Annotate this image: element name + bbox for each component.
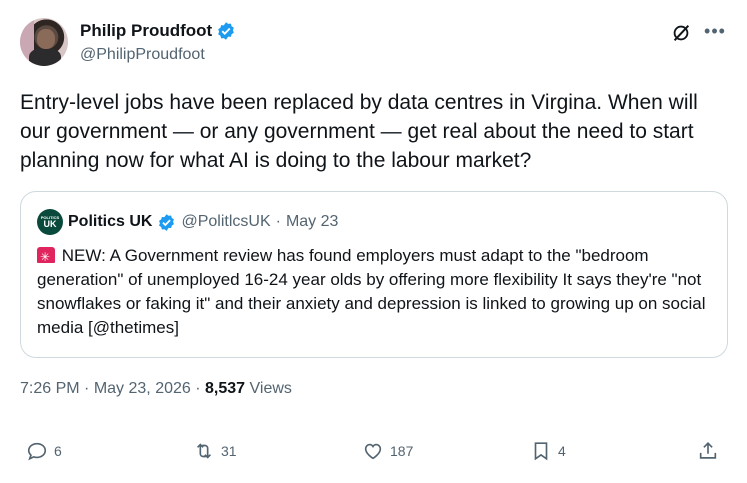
quoted-tweet-text-block: NEW: A Government review has found emplo… (37, 244, 717, 340)
tweet-header: Philip Proudfoot @PhilipProudfoot ••• (20, 16, 727, 70)
quoted-tweet-header: POLITICS UK Politics UK @PolitlcsUK · Ma… (37, 209, 338, 235)
heart-icon (364, 443, 382, 460)
meta-separator: · (84, 380, 90, 397)
quoted-separator: · (275, 213, 281, 230)
tweet-date[interactable]: May 23, 2026 (94, 380, 191, 397)
rotating-light-icon (37, 245, 55, 269)
reply-button[interactable]: 6 (26, 440, 62, 462)
quoted-author-handle[interactable]: @PolitlcsUK (181, 213, 270, 231)
quoted-avatar-text-uk: UK (43, 219, 57, 229)
repost-button[interactable]: 31 (193, 440, 237, 462)
views-label: Views (249, 380, 292, 397)
tweet-text: Entry-level jobs have been replaced by d… (20, 91, 698, 172)
reply-icon (27, 442, 47, 461)
author-display-name[interactable]: Philip Proudfoot (80, 21, 212, 41)
verified-badge-icon (159, 213, 175, 231)
quoted-tweet-text: NEW: A Government review has found emplo… (37, 246, 706, 337)
like-button[interactable]: 187 (362, 440, 413, 462)
tweet-meta: 7:26 PM · May 23, 2026 · 8,537 Views (20, 380, 292, 398)
quoted-author-avatar[interactable]: POLITICS UK (37, 209, 63, 235)
repost-icon (196, 443, 212, 459)
repost-count: 31 (221, 443, 237, 459)
grok-icon[interactable] (670, 22, 692, 44)
action-bar: 6 31 187 4 (0, 440, 747, 470)
bookmark-icon (534, 442, 548, 461)
author-handle[interactable]: @PhilipProudfoot (80, 46, 205, 64)
bookmark-button[interactable]: 4 (530, 440, 566, 462)
tweet-time[interactable]: 7:26 PM (20, 380, 80, 397)
quoted-author-display-name[interactable]: Politics UK (68, 213, 152, 231)
meta-separator: · (195, 380, 201, 397)
share-icon (699, 442, 717, 459)
author-avatar[interactable] (20, 18, 68, 66)
more-options-icon[interactable]: ••• (704, 20, 726, 42)
reply-count: 6 (54, 443, 62, 459)
author-name-row: Philip Proudfoot (80, 21, 236, 41)
bookmark-count: 4 (558, 443, 566, 459)
quoted-tweet[interactable]: POLITICS UK Politics UK @PolitlcsUK · Ma… (20, 191, 728, 358)
quoted-date[interactable]: May 23 (286, 213, 338, 231)
like-count: 187 (390, 443, 414, 459)
verified-badge-icon (218, 22, 235, 40)
views-count: 8,537 (205, 380, 246, 397)
share-button[interactable] (697, 440, 719, 462)
